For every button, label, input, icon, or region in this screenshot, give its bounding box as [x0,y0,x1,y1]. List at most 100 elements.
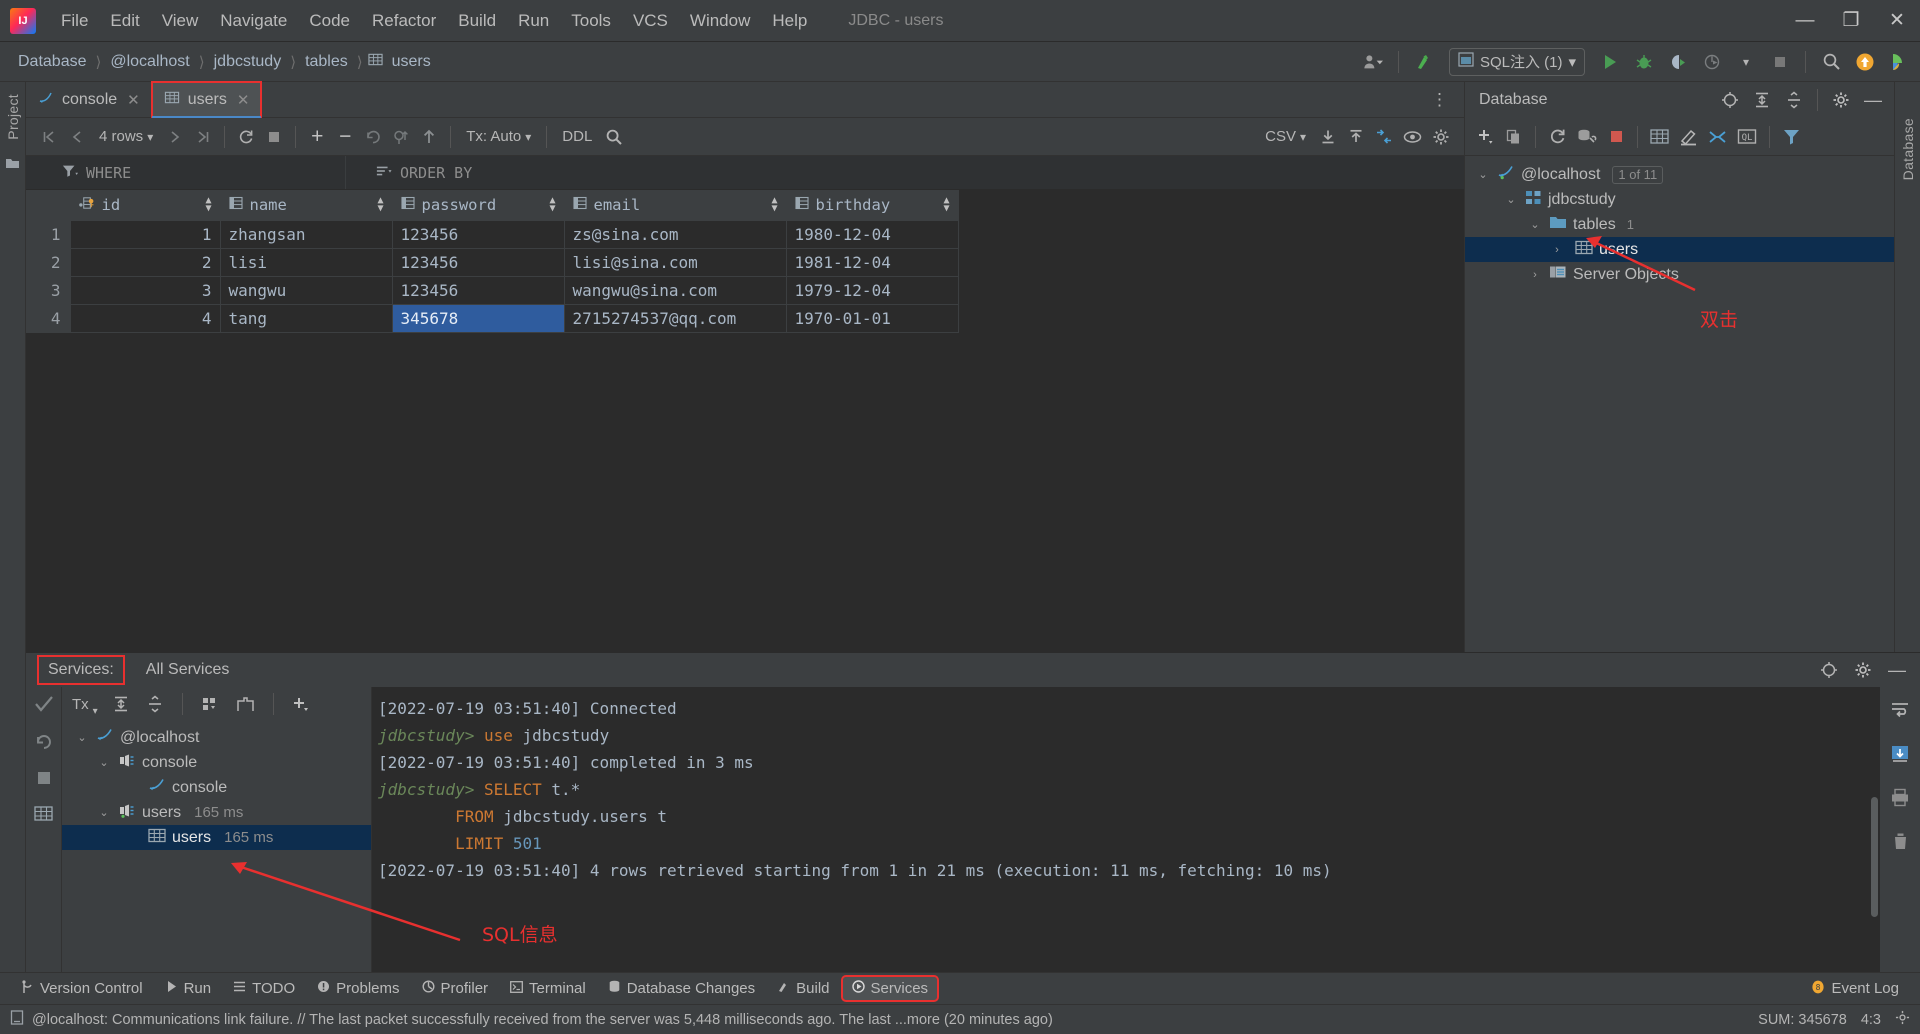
hide-panel-icon[interactable]: — [1858,86,1888,114]
tab-console[interactable]: console ✕ [26,82,152,117]
sort-toggle-icon[interactable]: ▲ ▼ [205,195,211,213]
expand-all-icon[interactable] [108,691,134,717]
menu-view[interactable]: View [151,8,210,34]
column-header-email[interactable]: email ▲ ▼ [564,190,787,221]
menu-refactor[interactable]: Refactor [361,8,447,34]
filter-icon[interactable] [1778,124,1805,150]
profiler-icon[interactable] [1697,48,1727,76]
chevron-down-icon[interactable]: ⌄ [74,731,90,744]
order-by-filter[interactable]: ORDER BY [346,156,472,189]
chevron-right-icon[interactable]: › [1527,269,1543,281]
add-icon[interactable] [1473,124,1499,150]
first-page-button[interactable] [36,124,62,150]
cell-birthday[interactable]: 1979-12-04 [786,276,959,305]
collapse-all-icon[interactable] [1779,86,1809,114]
caret-position[interactable]: 4:3 [1861,1012,1881,1028]
cell-id[interactable]: 3 [70,276,221,305]
table-editor-icon[interactable] [1646,124,1673,150]
toolwindow-profiler[interactable]: Profiler [413,977,498,1000]
folder-icon[interactable] [5,157,20,173]
debug-icon[interactable] [1629,48,1659,76]
cell-birthday[interactable]: 1980-12-04 [786,220,959,249]
submit-icon[interactable] [416,124,442,150]
column-header-id[interactable]: id ▲ ▼ [70,190,221,221]
run-icon[interactable] [1595,48,1625,76]
scroll-to-end-icon[interactable] [1890,744,1910,768]
rail-item-project[interactable]: Project [5,94,21,140]
import-icon[interactable] [1315,124,1341,150]
service-node-console[interactable]: console [62,775,371,800]
cell-password[interactable]: 123456 [392,220,565,249]
sql-injection-selector[interactable]: SQL注入 (1) ▾ [1448,47,1585,76]
last-page-button[interactable] [190,124,216,150]
cell-email[interactable]: 2715274537@qq.com [564,304,787,333]
new-tab-icon[interactable] [232,691,259,717]
cell-password[interactable]: 123456 [392,248,565,277]
cell-password-selected[interactable]: 345678 [392,304,565,333]
delete-icon[interactable] [1891,832,1910,856]
ide-feature-icon[interactable] [1884,48,1914,76]
tree-node-users[interactable]: › users [1465,237,1894,262]
service-node-localhost[interactable]: ⌄ @localhost [62,725,371,750]
group-icon[interactable] [197,691,224,717]
compare-icon[interactable] [1371,124,1397,150]
breadcrumb-users[interactable]: users [388,52,435,72]
column-header-password[interactable]: password ▲ ▼ [392,190,565,221]
cell-id[interactable]: 2 [70,248,221,277]
chevron-down-icon[interactable]: ⌄ [96,756,112,769]
chevron-right-icon[interactable]: › [1549,244,1565,256]
service-node-users-group[interactable]: ⌄ users 165 ms [62,800,371,825]
prev-page-button[interactable] [64,124,90,150]
data-grid[interactable]: id ▲ ▼ name ▲ ▼ password ▲ ▼ email ▲ ▼ b… [26,190,1464,652]
check-icon[interactable] [34,695,54,718]
more-options-icon[interactable]: ⋮ [1417,82,1464,117]
sort-toggle-icon[interactable]: ▲ ▼ [377,195,383,213]
add-row-button[interactable]: + [304,124,330,150]
table-row[interactable]: 2 2 lisi 123456 lisi@sina.com 1981-12-04 [26,248,959,277]
search-everywhere-icon[interactable] [1816,48,1846,76]
menu-code[interactable]: Code [298,8,361,34]
stop-icon[interactable] [1603,124,1629,150]
expand-all-icon[interactable] [1747,86,1777,114]
breadcrumb-localhost[interactable]: @localhost [106,52,193,72]
data-source-properties-icon[interactable] [1573,124,1601,150]
modify-icon[interactable] [1675,124,1702,150]
value-viewer-icon[interactable] [1399,124,1426,150]
cell-id[interactable]: 1 [70,220,221,249]
cell-name[interactable]: lisi [220,248,393,277]
maximize-button[interactable]: ❐ [1828,1,1874,41]
cell-name[interactable]: tang [220,304,393,333]
tab-close-icon[interactable]: ✕ [237,91,250,109]
commit-selected-icon[interactable] [388,124,414,150]
cell-id[interactable]: 4 [70,304,221,333]
stop-icon[interactable] [261,124,287,150]
chevron-down-icon[interactable]: ⌄ [1527,218,1543,231]
menu-tools[interactable]: Tools [560,8,622,34]
table-row[interactable]: 1 1 zhangsan 123456 zs@sina.com 1980-12-… [26,220,959,249]
chevron-down-icon[interactable]: ▾ [1731,48,1761,76]
menu-build[interactable]: Build [447,8,507,34]
stop-icon[interactable] [36,770,52,791]
toolwindow-terminal[interactable]: Terminal [501,977,595,1000]
locate-icon[interactable] [1715,86,1745,114]
next-page-button[interactable] [162,124,188,150]
gear-icon[interactable] [1826,86,1856,114]
tab-close-icon[interactable]: ✕ [127,91,140,109]
delete-row-button[interactable]: − [332,124,358,150]
cell-birthday[interactable]: 1970-01-01 [786,304,959,333]
menu-edit[interactable]: Edit [99,8,150,34]
export-icon[interactable] [1343,124,1369,150]
build-icon[interactable] [1409,48,1439,76]
toolwindow-todo[interactable]: TODO [224,977,304,1000]
toolwindow-services[interactable]: Services [840,975,940,1002]
toolwindow-version-control[interactable]: Version Control [12,977,152,1001]
rerun-icon[interactable] [34,732,54,756]
ddl-button[interactable]: DDL [555,124,599,150]
services-tree[interactable]: ⌄ @localhost ⌄ console console ⌄ users 1… [62,721,371,972]
revert-icon[interactable] [360,124,386,150]
tree-node-localhost[interactable]: ⌄ @localhost 1 of 11 [1465,162,1894,187]
cell-password[interactable]: 123456 [392,276,565,305]
collapse-all-icon[interactable] [142,691,168,717]
stop-icon[interactable] [1765,48,1795,76]
cell-email[interactable]: wangwu@sina.com [564,276,787,305]
